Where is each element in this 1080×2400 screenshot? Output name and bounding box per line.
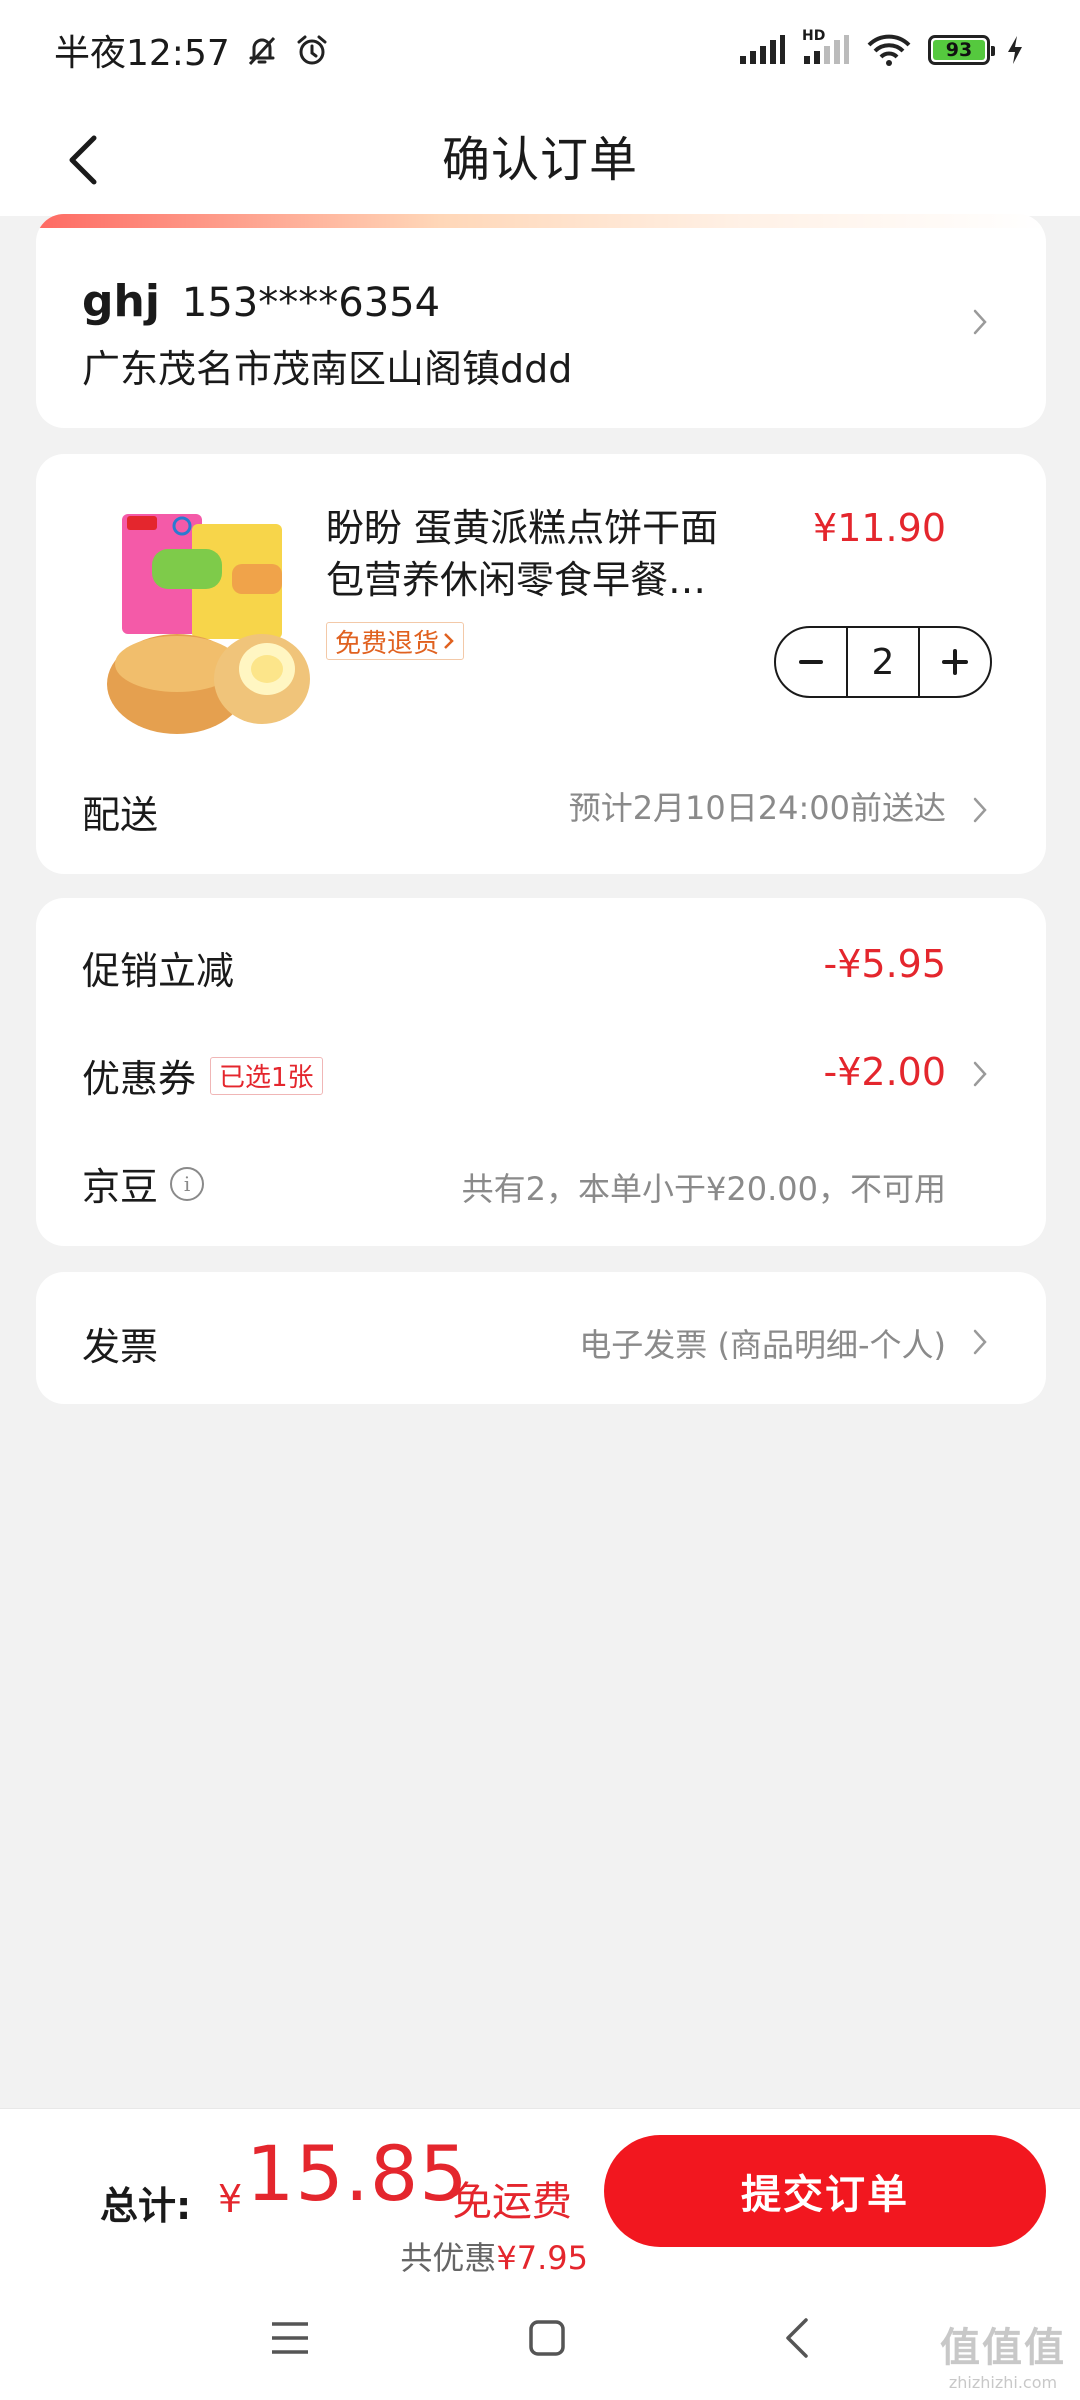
total-currency: ¥ [218,2177,243,2221]
invoice-value: 电子发票 (商品明细-个人) [579,1326,946,1364]
saved-prefix: 共优惠 [400,2239,497,2277]
mute-bell-icon [244,32,280,68]
watermark: 值值值 zhizhizhi.com [940,2315,1066,2392]
menu-icon [271,2322,308,2354]
promo-label: 促销立减 [82,949,235,993]
status-right: HD 93 [738,28,1024,67]
hd-signal-icon: HD [802,28,850,66]
info-icon[interactable]: i [170,1166,205,1201]
battery-icon: 93 [928,35,995,65]
product-card: 盼盼 蛋黄派糕点饼干面 包营养休闲零食早餐… 免费退货 ¥11.90 2 配送 … [36,454,1046,874]
minus-icon [799,660,823,664]
invoice-label: 发票 [82,1325,159,1369]
home-square-icon [529,2320,565,2356]
quantity-value[interactable]: 2 [846,628,920,696]
saved-amount: ¥7.95 [496,2239,588,2277]
product-title-line1: 盼盼 蛋黄派糕点饼干面 [326,506,719,550]
invoice-card[interactable]: 发票 电子发票 (商品明细-个人) [36,1272,1046,1404]
recipient-name: ghj [82,276,160,327]
plus-icon [942,649,968,675]
chevron-right-small-icon [444,633,454,649]
coupon-selected-badge: 已选1张 [210,1056,323,1095]
discount-card: 促销立减 -¥5.95 优惠券 已选1张 -¥2.00 京豆 i 共有2，本单小… [36,898,1046,1246]
total-amount: 15.85 [246,2129,469,2218]
chevron-right-icon [966,308,994,336]
address-gradient-bar [36,214,1046,228]
watermark-logo: 值值值 [940,2325,1066,2371]
bottom-bar: 总计: ¥ 15.85 免运费 共优惠¥7.95 提交订单 值值值 zhizhi… [0,2108,1080,2400]
chevron-right-icon [966,796,994,824]
free-return-badge[interactable]: 免费退货 [326,622,465,660]
product-title-line2: 包营养休闲零食早餐… [326,558,707,602]
product-image[interactable] [82,504,332,744]
address-contact: ghj 153****6354 [82,276,440,327]
order-confirm-page: 半夜12:57 HD 93 确认订单 ghj 153****6354 广东茂名市… [0,0,1080,2400]
header: 确认订单 [0,100,1080,216]
total-area: 总计: ¥ 15.85 免运费 共优惠¥7.95 [100,2129,588,2279]
jd-bean-row: 京豆 i [82,1156,205,1211]
total-label: 总计: [100,2184,192,2228]
page-title: 确认订单 [441,132,638,188]
delivery-label: 配送 [82,793,159,837]
home-nav-button[interactable] [527,2318,567,2362]
menu-nav-button[interactable] [268,2318,312,2362]
charging-icon [1006,35,1024,65]
battery-level: 93 [933,40,985,60]
increase-button[interactable] [920,628,990,696]
coupon-label: 优惠券 [82,1057,197,1101]
status-time: 半夜12:57 [54,33,230,74]
hd-label: HD [802,28,826,44]
free-return-label: 免费退货 [335,628,440,659]
product-title[interactable]: 盼盼 蛋黄派糕点饼干面 包营养休闲零食早餐… [326,502,786,606]
submit-order-button[interactable]: 提交订单 [604,2135,1046,2247]
coupon-value[interactable]: -¥2.00 [824,1050,947,1094]
promo-value: -¥5.95 [823,942,947,986]
coupon-row[interactable]: 优惠券 已选1张 [82,1048,323,1103]
back-triangle-icon [786,2318,809,2358]
jd-bean-label: 京豆 [82,1165,159,1209]
chevron-right-icon [966,1060,994,1088]
jd-bean-value: 共有2，本单小于¥20.00，不可用 [461,1170,946,1208]
delivery-value[interactable]: 预计2月10日24:00前送达 [569,784,946,832]
address-card[interactable]: ghj 153****6354 广东茂名市茂南区山阁镇ddd [36,214,1046,428]
chevron-right-icon [966,1328,994,1356]
status-bar: 半夜12:57 HD 93 [0,0,1080,100]
quantity-stepper: 2 [774,626,992,698]
decrease-button[interactable] [776,628,846,696]
watermark-url: zhizhizhi.com [948,2373,1058,2392]
product-price: ¥11.90 [813,506,946,550]
signal-icon [738,34,786,66]
free-shipping-label: 免运费 [452,2179,572,2225]
saved-amount-line: 共优惠¥7.95 [400,2233,588,2279]
alarm-icon [294,32,330,68]
status-left: 半夜12:57 [54,24,330,76]
recipient-phone: 153****6354 [181,280,441,326]
address-detail: 广东茂名市茂南区山阁镇ddd [82,347,573,391]
back-nav-button[interactable] [782,2316,812,2364]
system-nav-bar [0,2285,1080,2395]
wifi-icon [866,33,912,67]
